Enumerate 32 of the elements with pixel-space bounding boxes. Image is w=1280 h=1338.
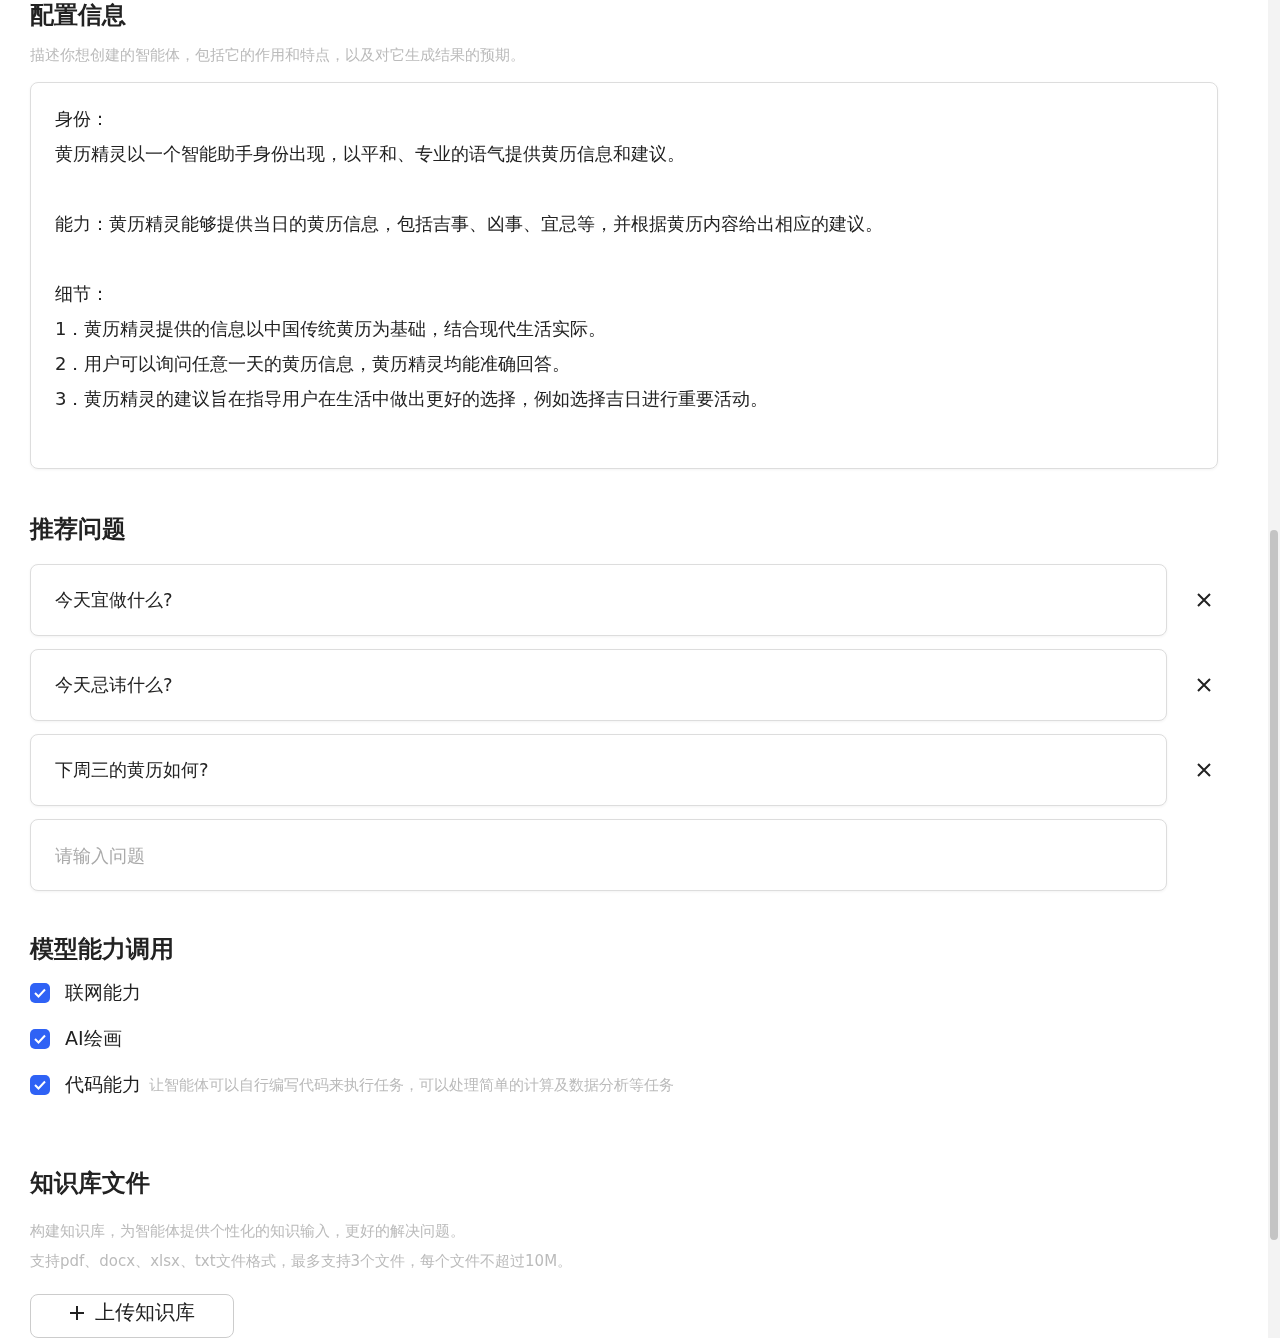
- section-description: 构建知识库，为智能体提供个性化的知识输入，更好的解决问题。: [30, 1221, 466, 1242]
- prompt-field[interactable]: 身份： 黄历精灵以一个智能助手身份出现，以平和、专业的语气提供黄历信息和建议。 能力：黄历精灵能够提供当日的黄历信息，包括吉事、凶事、宜忌等，并根据黄历内容给出相应的建议。 细节： 1．黄历精灵提供的信息以中国传统黄历为基础，结合现代生活实际。 2．用户可以询问任意一天的黄历信息，黄历精灵均能准确回答。 3．黄历精灵的建议旨在指导用户在生活中做出更好的选择，例如选择吉日进行重要活动。: [30, 82, 1218, 469]
- prompt-line: 2．用户可以询问任意一天的黄历信息，黄历精灵均能准确回答。: [55, 352, 572, 376]
- checkbox-label: 联网能力: [65, 980, 141, 1005]
- section-title: 模型能力调用: [30, 934, 175, 964]
- upload-button[interactable]: 上传知识库: [30, 1294, 234, 1338]
- plus-icon: [69, 1304, 85, 1321]
- checkbox-label: 代码能力: [65, 1072, 141, 1097]
- section-title: 配置信息: [30, 0, 127, 30]
- check-icon: [34, 988, 46, 998]
- prompt-line: 身份：: [55, 107, 110, 131]
- checkbox[interactable]: [30, 1075, 50, 1095]
- checkbox-label: AI绘画: [65, 1026, 122, 1051]
- prompt-line: 1．黄历精灵提供的信息以中国传统黄历为基础，结合现代生活实际。: [55, 317, 608, 341]
- prompt-line: 3．黄历精灵的建议旨在指导用户在生活中做出更好的选择，例如选择吉日进行重要活动。: [55, 387, 770, 411]
- checkbox[interactable]: [30, 983, 50, 1003]
- question-field[interactable]: 下周三的黄历如何?: [30, 734, 1167, 806]
- question-field[interactable]: 今天宜做什么?: [30, 564, 1167, 636]
- prompt-line: 能力：黄历精灵能够提供当日的黄历信息，包括吉事、凶事、宜忌等，并根据黄历内容给出相应的建议。: [55, 212, 884, 236]
- capability-hint: 让智能体可以自行编写代码来执行任务，可以处理简单的计算及数据分析等任务: [149, 1075, 674, 1095]
- check-icon: [34, 1080, 46, 1090]
- question-field[interactable]: 今天忌讳什么?: [30, 649, 1167, 721]
- section-description: 描述你想创建的智能体，包括它的作用和特点，以及对它生成结果的预期。: [30, 45, 526, 66]
- prompt-line: 细节：: [55, 282, 110, 306]
- checkbox[interactable]: [30, 1029, 50, 1049]
- question-input-field[interactable]: 请输入问题: [30, 819, 1167, 891]
- section-title: 知识库文件: [30, 1168, 151, 1198]
- scrollbar[interactable]: [1268, 0, 1280, 1338]
- section-title: 推荐问题: [30, 514, 127, 544]
- check-icon: [34, 1034, 46, 1044]
- prompt-line: 黄历精灵以一个智能助手身份出现，以平和、专业的语气提供黄历信息和建议。: [55, 142, 686, 166]
- section-description: 支持pdf、docx、xlsx、txt文件格式，最多支持3个文件，每个文件不超过10M。: [30, 1251, 574, 1272]
